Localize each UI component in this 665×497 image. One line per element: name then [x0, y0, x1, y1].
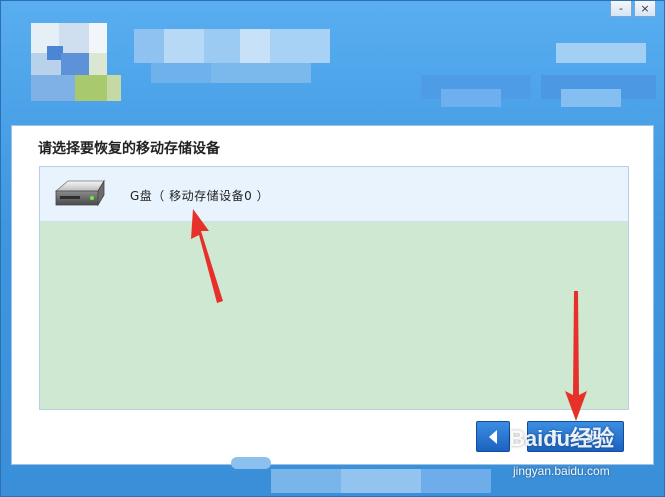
list-item[interactable]: G盘（ 移动存储设备0 ）	[40, 167, 628, 222]
app-window: - × 请选择要恢复的移动存储设备 G盘（ 移动存储设备0 ） 下一步 Baid…	[0, 0, 665, 497]
removable-drive-icon	[54, 179, 105, 207]
chevron-left-icon	[489, 429, 497, 444]
watermark-url: jingyan.baidu.com	[513, 464, 610, 478]
minimize-button[interactable]: -	[610, 1, 632, 17]
close-button[interactable]: ×	[634, 1, 656, 17]
device-label: G盘（ 移动存储设备0 ）	[130, 189, 270, 203]
back-button[interactable]	[476, 421, 510, 452]
baidu-watermark-logo: Baidu经验	[509, 426, 615, 451]
window-controls: - ×	[610, 1, 656, 17]
content-panel: 请选择要恢复的移动存储设备 G盘（ 移动存储设备0 ） 下一步	[11, 125, 654, 465]
panel-title: 请选择要恢复的移动存储设备	[38, 141, 220, 157]
device-list[interactable]: G盘（ 移动存储设备0 ）	[39, 166, 629, 410]
